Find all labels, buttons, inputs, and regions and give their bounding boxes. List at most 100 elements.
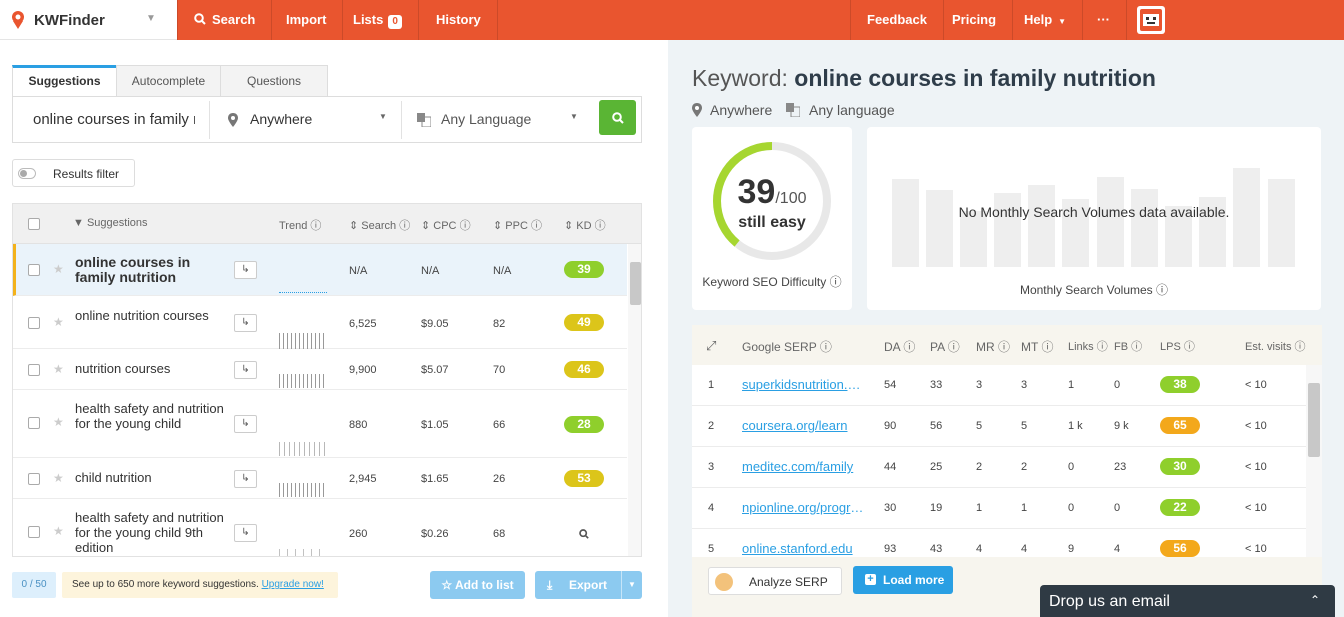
col-pa[interactable]: PA ⓘ <box>930 338 960 355</box>
serp-url[interactable]: online.stanford.edu <box>742 541 864 556</box>
col-cpc[interactable]: ⇕ CPC ⓘ <box>421 217 471 233</box>
nav-feedback[interactable]: Feedback <box>850 0 944 40</box>
analyze-serp-button[interactable]: Analyze SERP <box>708 567 842 595</box>
load-more-button[interactable]: + Load more <box>853 566 953 594</box>
search-bar: online courses in family nutrition Anywh… <box>12 96 642 143</box>
chat-widget[interactable]: Drop us an email ⌃ <box>1040 585 1335 617</box>
nav-history-label: History <box>436 12 481 27</box>
star-icon[interactable]: ★ <box>53 471 64 485</box>
search-icon <box>194 13 206 25</box>
table-row[interactable]: ★ health safety and nutrition for the yo… <box>13 390 627 458</box>
keyword-input[interactable]: online courses in family nutrition <box>33 111 195 128</box>
table-row[interactable]: ★ health safety and nutrition for the yo… <box>13 499 627 556</box>
nav-history[interactable]: History <box>420 0 498 40</box>
cpc-value: $9.05 <box>421 318 449 330</box>
keyword-text[interactable]: nutrition courses <box>75 361 225 376</box>
chevron-down-icon[interactable]: ▼ <box>621 571 636 599</box>
col-fb[interactable]: FB ⓘ <box>1114 338 1142 354</box>
nav-help[interactable]: Help ▼ <box>1008 0 1084 40</box>
filter-toggle[interactable] <box>18 168 36 179</box>
expand-arrow-icon[interactable]: ↳ <box>234 314 257 332</box>
add-to-list-button[interactable]: ☆ Add to list <box>430 571 525 599</box>
keyword-text[interactable]: online nutrition courses <box>75 308 225 323</box>
cpc-value: $1.65 <box>421 473 449 485</box>
serp-url[interactable]: meditec.com/family <box>742 459 864 474</box>
col-lps[interactable]: LPS ⓘ <box>1160 338 1195 354</box>
scrollbar-thumb[interactable] <box>1308 383 1320 457</box>
nav-import[interactable]: Import <box>270 0 344 40</box>
col-da[interactable]: DA ⓘ <box>884 338 915 355</box>
expand-icon[interactable]: ⤢ <box>706 338 716 354</box>
serp-url[interactable]: coursera.org/learn <box>742 418 864 433</box>
select-all-checkbox[interactable] <box>28 218 40 230</box>
serp-url[interactable]: npionline.org/programs <box>742 500 864 515</box>
serp-da: 93 <box>884 543 897 555</box>
expand-arrow-icon[interactable]: ↳ <box>234 415 257 433</box>
keyword-text[interactable]: health safety and nutrition for the youn… <box>75 510 225 555</box>
upsell-banner: See up to 650 more keyword suggestions. … <box>62 572 338 598</box>
star-icon[interactable]: ★ <box>53 315 64 329</box>
col-est-visits[interactable]: Est. visits ⓘ <box>1245 338 1306 354</box>
app-switcher[interactable]: KWFinder ▼ <box>0 0 177 40</box>
cpc-value: $1.05 <box>421 419 449 431</box>
col-ppc[interactable]: ⇕ PPC ⓘ <box>493 217 542 233</box>
expand-arrow-icon[interactable]: ↳ <box>234 261 257 279</box>
search-button[interactable] <box>599 100 636 135</box>
nav-more[interactable]: ··· <box>1081 0 1127 40</box>
star-icon[interactable]: ★ <box>53 415 64 429</box>
upgrade-link[interactable]: Upgrade now! <box>262 579 324 590</box>
search-volume: N/A <box>349 265 368 277</box>
suggestions-table: ▼ Suggestions Trend ⓘ ⇕ Search ⓘ ⇕ CPC ⓘ… <box>12 203 642 557</box>
nav-search[interactable]: Search <box>177 0 273 40</box>
scrollbar-thumb[interactable] <box>630 262 641 305</box>
table-row[interactable]: ★ child nutrition ↳ 2,945 $1.65 26 53 <box>13 458 627 499</box>
row-checkbox[interactable] <box>28 473 40 485</box>
col-kd[interactable]: ⇕ KD ⓘ <box>564 217 606 233</box>
expand-arrow-icon[interactable]: ↳ <box>234 470 257 488</box>
table-row[interactable]: ★ online courses in family nutrition ↳ N… <box>13 244 627 296</box>
serp-row: 1 superkidsnutrition.com 54 33 3 3 1 0 3… <box>692 365 1306 406</box>
star-icon[interactable]: ★ <box>53 524 64 538</box>
trend-chart <box>279 549 327 556</box>
keyword-text[interactable]: child nutrition <box>75 470 225 485</box>
detail-language: Any language <box>809 102 895 118</box>
nav-lists[interactable]: Lists 0 <box>337 0 419 40</box>
search-icon[interactable] <box>579 529 589 539</box>
star-icon[interactable]: ★ <box>53 262 64 276</box>
download-icon: ⤓ <box>547 578 553 592</box>
col-mt[interactable]: MT ⓘ <box>1021 338 1053 355</box>
keyword-text[interactable]: online courses in family nutrition <box>75 255 225 285</box>
row-checkbox[interactable] <box>28 364 40 376</box>
location-select[interactable]: Anywhere <box>250 111 312 127</box>
user-avatar[interactable] <box>1137 6 1165 34</box>
serp-visits: < 10 <box>1245 543 1267 555</box>
expand-arrow-icon[interactable]: ↳ <box>234 524 257 542</box>
results-filter-button[interactable]: Results filter <box>12 159 135 187</box>
col-mr[interactable]: MR ⓘ <box>976 338 1010 355</box>
row-checkbox[interactable] <box>28 264 40 276</box>
lps-badge: 22 <box>1160 499 1200 516</box>
serp-url[interactable]: superkidsnutrition.com <box>742 377 864 392</box>
col-suggestions[interactable]: ▼ Suggestions <box>73 217 148 229</box>
nav-import-label: Import <box>286 12 327 27</box>
table-row[interactable]: ★ nutrition courses ↳ 9,900 $5.07 70 46 <box>13 349 627 390</box>
col-trend[interactable]: Trend ⓘ <box>279 217 321 233</box>
expand-arrow-icon[interactable]: ↳ <box>234 361 257 379</box>
serp-table: ⤢ Google SERP ⓘ DA ⓘ PA ⓘ MR ⓘ MT ⓘ Link… <box>692 325 1322 617</box>
nav-feedback-label: Feedback <box>867 12 927 27</box>
row-checkbox[interactable] <box>28 526 40 538</box>
keyword-text[interactable]: health safety and nutrition for the youn… <box>75 401 225 431</box>
col-links[interactable]: Links ⓘ <box>1068 338 1108 354</box>
row-checkbox[interactable] <box>28 417 40 429</box>
tab-questions[interactable]: Questions <box>220 65 328 97</box>
star-icon[interactable]: ★ <box>53 362 64 376</box>
language-select[interactable]: Any Language <box>441 111 531 127</box>
serp-header: ⤢ Google SERP ⓘ DA ⓘ PA ⓘ MR ⓘ MT ⓘ Link… <box>692 325 1322 365</box>
table-row[interactable]: ★ online nutrition courses ↳ 6,525 $9.05… <box>13 296 627 349</box>
tab-autocomplete[interactable]: Autocomplete <box>116 65 221 97</box>
row-checkbox[interactable] <box>28 317 40 329</box>
tab-suggestions[interactable]: Suggestions <box>12 65 117 97</box>
export-button[interactable]: ⤓ Export ▼ <box>535 571 642 599</box>
nav-pricing[interactable]: Pricing <box>936 0 1014 40</box>
col-search[interactable]: ⇕ Search ⓘ <box>349 217 410 233</box>
